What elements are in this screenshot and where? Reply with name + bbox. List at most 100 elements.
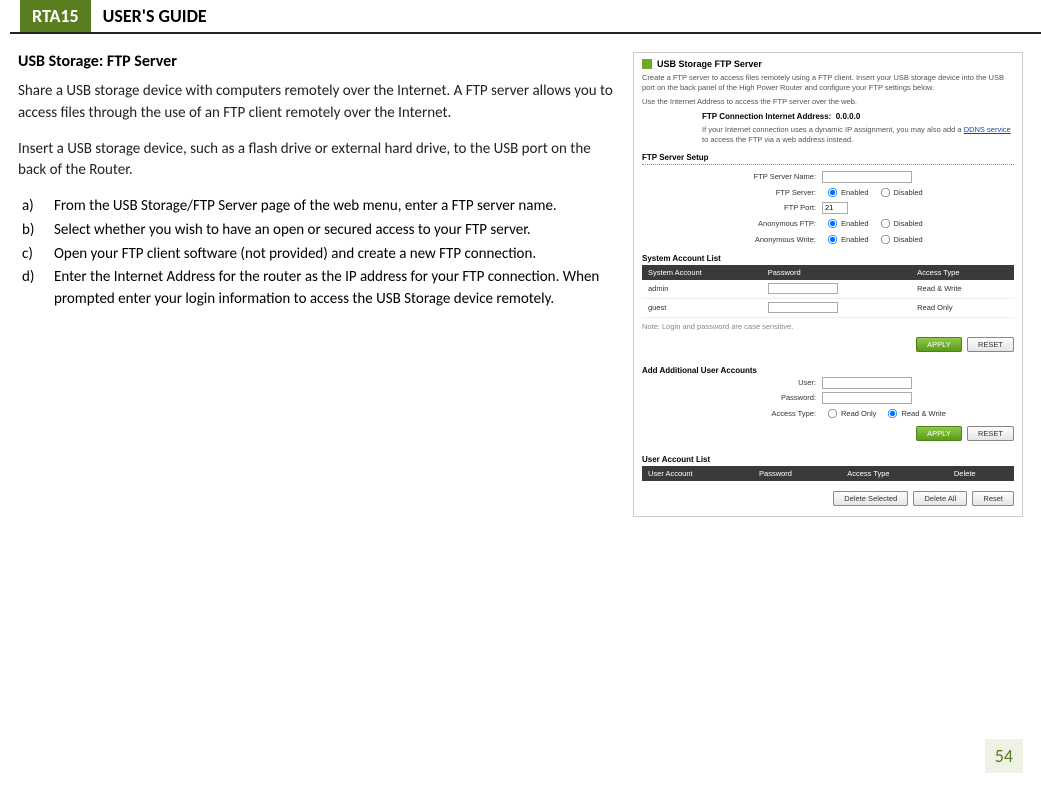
- table-row: admin Read & Write: [642, 280, 1014, 299]
- button-row-1: APPLY RESET: [642, 337, 1014, 352]
- input-sys-pwd-admin[interactable]: [768, 283, 838, 294]
- radio-anonwrite-disabled[interactable]: [880, 235, 889, 244]
- button-row-3: Delete Selected Delete All Reset: [642, 491, 1014, 506]
- row-add-access: Access Type: Read Only Read & Write: [642, 407, 1014, 420]
- radio-server-enabled[interactable]: [828, 188, 837, 197]
- user-account-list-label: User Account List: [642, 455, 1014, 464]
- radio-read-write[interactable]: [888, 409, 897, 418]
- label-enabled: Enabled: [841, 188, 869, 197]
- divider: [642, 164, 1014, 165]
- panel-desc-2: Use the Internet Address to access the F…: [642, 97, 1014, 107]
- reset-button-2[interactable]: RESET: [967, 426, 1014, 441]
- label-anon-write: Anonymous Write:: [642, 235, 822, 244]
- ftp-setup-label: FTP Server Setup: [642, 153, 1014, 162]
- row-add-user: User:: [642, 377, 1014, 389]
- cell-access: Read & Write: [911, 280, 1014, 299]
- th-user-account: User Account: [642, 466, 753, 481]
- input-port[interactable]: [822, 202, 848, 214]
- panel-title: USB Storage FTP Server: [642, 59, 1014, 69]
- step-label: b): [22, 220, 48, 242]
- table-row: guest Read Only: [642, 298, 1014, 317]
- doc-title: USER'S GUIDE: [91, 0, 1041, 34]
- reset-button[interactable]: RESET: [967, 337, 1014, 352]
- input-add-password[interactable]: [822, 392, 912, 404]
- table-header-row: System Account Password Access Type: [642, 265, 1014, 280]
- label-password: Password:: [642, 393, 822, 402]
- cell-account: guest: [642, 298, 762, 317]
- ddns-link[interactable]: DDNS service: [964, 125, 1011, 134]
- apply-button[interactable]: APPLY: [916, 337, 962, 352]
- th-access: Access Type: [911, 265, 1014, 280]
- conn-value: 0.0.0.0: [836, 112, 860, 121]
- radio-anonftp-enabled[interactable]: [828, 219, 837, 228]
- row-port: FTP Port:: [642, 202, 1014, 214]
- product-badge: RTA15: [20, 0, 91, 34]
- case-sensitive-note: Note: Login and password are case sensit…: [642, 322, 1014, 331]
- input-sys-pwd-guest[interactable]: [768, 302, 838, 313]
- screenshot-panel: USB Storage FTP Server Create a FTP serv…: [633, 52, 1023, 517]
- cell-account: admin: [642, 280, 762, 299]
- th-user-delete: Delete: [948, 466, 1014, 481]
- step-text: Select whether you wish to have an open …: [48, 220, 613, 242]
- label-enabled: Enabled: [841, 219, 869, 228]
- step-d: d)Enter the Internet Address for the rou…: [18, 267, 613, 311]
- input-add-user[interactable]: [822, 377, 912, 389]
- th-user-access: Access Type: [841, 466, 948, 481]
- label-disabled: Disabled: [894, 219, 923, 228]
- step-label: a): [22, 196, 48, 218]
- label-disabled: Disabled: [894, 235, 923, 244]
- note-post: to access the FTP via a web address inst…: [702, 135, 853, 144]
- step-text: From the USB Storage/FTP Server page of …: [48, 196, 613, 218]
- label-access-type: Access Type:: [642, 409, 822, 418]
- label-enabled: Enabled: [841, 235, 869, 244]
- row-anon-ftp: Anonymous FTP: Enabled Disabled: [642, 217, 1014, 230]
- th-user-password: Password: [753, 466, 841, 481]
- button-row-2: APPLY RESET: [642, 426, 1014, 441]
- add-user-label: Add Additional User Accounts: [642, 366, 1014, 375]
- th-account: System Account: [642, 265, 762, 280]
- cell-password: [762, 280, 911, 299]
- row-add-password: Password:: [642, 392, 1014, 404]
- cell-access: Read Only: [911, 298, 1014, 317]
- section-title: USB Storage: FTP Server: [18, 52, 613, 71]
- label-server-name: FTP Server Name:: [642, 172, 822, 181]
- radio-server-disabled[interactable]: [880, 188, 889, 197]
- th-password: Password: [762, 265, 911, 280]
- input-server-name[interactable]: [822, 171, 912, 183]
- apply-button-2[interactable]: APPLY: [916, 426, 962, 441]
- step-b: b)Select whether you wish to have an ope…: [18, 220, 613, 242]
- page-number: 54: [985, 739, 1023, 773]
- delete-selected-button[interactable]: Delete Selected: [833, 491, 908, 506]
- page-header: RTA15 USER'S GUIDE: [10, 0, 1041, 34]
- step-text: Open your FTP client software (not provi…: [48, 244, 613, 266]
- label-disabled: Disabled: [894, 188, 923, 197]
- paragraph-1: Share a USB storage device with computer…: [18, 81, 613, 125]
- radio-anonwrite-enabled[interactable]: [828, 235, 837, 244]
- conn-label: FTP Connection Internet Address:: [702, 112, 831, 121]
- label-user: User:: [642, 378, 822, 387]
- step-label: d): [22, 267, 48, 311]
- label-server: FTP Server:: [642, 188, 822, 197]
- steps-list: a)From the USB Storage/FTP Server page o…: [18, 196, 613, 311]
- green-square-icon: [642, 59, 652, 69]
- sys-account-list-label: System Account List: [642, 254, 1014, 263]
- radio-read-only[interactable]: [828, 409, 837, 418]
- radio-anonftp-disabled[interactable]: [880, 219, 889, 228]
- ddns-note: If your Internet connection uses a dynam…: [702, 125, 1014, 145]
- paragraph-2: Insert a USB storage device, such as a f…: [18, 139, 613, 183]
- row-server: FTP Server: Enabled Disabled: [642, 186, 1014, 199]
- header-spacer: [10, 0, 20, 34]
- note-pre: If your Internet connection uses a dynam…: [702, 125, 964, 134]
- content-area: USB Storage: FTP Server Share a USB stor…: [0, 34, 1041, 517]
- sys-account-table: System Account Password Access Type admi…: [642, 265, 1014, 318]
- panel-title-text: USB Storage FTP Server: [657, 59, 762, 69]
- left-column: USB Storage: FTP Server Share a USB stor…: [18, 52, 633, 517]
- label-anon-ftp: Anonymous FTP:: [642, 219, 822, 228]
- row-server-name: FTP Server Name:: [642, 171, 1014, 183]
- step-c: c)Open your FTP client software (not pro…: [18, 244, 613, 266]
- step-text: Enter the Internet Address for the route…: [48, 267, 613, 311]
- step-a: a)From the USB Storage/FTP Server page o…: [18, 196, 613, 218]
- delete-all-button[interactable]: Delete All: [913, 491, 967, 506]
- label-port: FTP Port:: [642, 203, 822, 212]
- reset-button-3[interactable]: Reset: [972, 491, 1014, 506]
